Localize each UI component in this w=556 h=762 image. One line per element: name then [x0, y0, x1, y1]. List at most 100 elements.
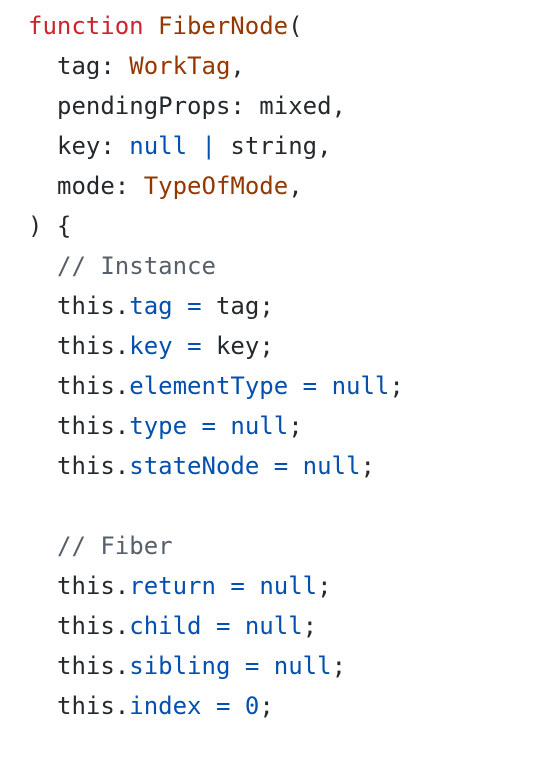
code-token-prop: index	[129, 692, 202, 720]
code-token-op: =	[187, 332, 202, 360]
code-line: this.index = 0;	[28, 686, 556, 726]
code-token-builtin: null	[273, 652, 332, 680]
code-token-prop: sibling	[129, 652, 231, 680]
code-token-type: WorkTag	[129, 52, 231, 80]
code-token-op: =	[302, 372, 318, 400]
code-token-op: =	[201, 412, 216, 440]
code-token-builtin: null	[244, 612, 303, 640]
code-line: this.type = null;	[28, 406, 556, 446]
code-token-plain: mixed	[259, 92, 332, 120]
code-token-builtin: null	[259, 572, 318, 600]
code-line: this.sibling = null;	[28, 646, 556, 686]
code-token-comment: // Fiber	[57, 532, 173, 560]
code-token-plain: :	[100, 52, 130, 80]
code-token-plain: ,	[230, 52, 245, 80]
code-token-op: =	[215, 612, 231, 640]
code-token-plain: key;	[201, 332, 274, 360]
code-token-plain: this	[57, 652, 115, 680]
code-token-prop: return	[129, 572, 216, 600]
code-token-param: tag	[57, 52, 101, 80]
code-token-plain: :	[100, 132, 130, 160]
code-token-plain: this	[57, 372, 115, 400]
code-token-plain: .	[114, 652, 130, 680]
code-token-prop: elementType	[129, 372, 289, 400]
code-token-plain: .	[114, 572, 130, 600]
code-token-plain: .	[114, 692, 130, 720]
code-token-prop: key	[129, 332, 173, 360]
code-token-plain: :	[114, 172, 144, 200]
code-line: // Fiber	[28, 526, 556, 566]
code-line: this.tag = tag;	[28, 286, 556, 326]
code-token-param: pendingProps	[57, 92, 231, 120]
code-token-plain: ;	[302, 612, 318, 640]
code-line: this.child = null;	[28, 606, 556, 646]
code-token-plain: this	[57, 332, 115, 360]
code-line: this.key = key;	[28, 326, 556, 366]
code-token-plain: ;	[259, 692, 274, 720]
code-token-plain: :	[230, 92, 260, 120]
code-token-builtin: null	[129, 132, 188, 160]
code-token-number: 0	[244, 692, 260, 720]
code-token-plain: tag;	[201, 292, 274, 320]
code-token-comment: // Instance	[57, 252, 216, 280]
code-block: function FiberNode( tag: WorkTag, pendingP…	[0, 0, 556, 762]
code-token-op: =	[244, 652, 260, 680]
code-token-plain: .	[114, 292, 130, 320]
code-token-plain: ,	[331, 92, 346, 120]
code-token-keyword: function	[28, 12, 144, 40]
code-line: this.return = null;	[28, 566, 556, 606]
code-line: tag: WorkTag,	[28, 46, 556, 86]
code-token-op: =	[273, 452, 289, 480]
code-token-plain: this	[57, 612, 115, 640]
code-token-op: =	[215, 692, 231, 720]
code-token-plain: .	[114, 332, 130, 360]
code-token-builtin: null	[331, 372, 390, 400]
code-token-op: =	[230, 572, 245, 600]
code-line: ) {	[28, 206, 556, 246]
code-token-plain: string,	[215, 132, 332, 160]
code-token-plain: this	[57, 292, 115, 320]
code-token-plain: ,	[288, 172, 303, 200]
code-token-plain: ;	[389, 372, 404, 400]
code-token-prop: stateNode	[129, 452, 260, 480]
code-token-plain: (	[288, 12, 303, 40]
code-token-prop: child	[129, 612, 202, 640]
code-token-plain: this	[57, 452, 115, 480]
code-token-plain: ;	[360, 452, 375, 480]
code-token-plain: this	[57, 692, 115, 720]
code-token-type: TypeOfMode	[143, 172, 289, 200]
code-token-plain: this	[57, 572, 115, 600]
code-token-op: |	[201, 132, 216, 160]
code-token-plain: ;	[331, 652, 347, 680]
code-token-builtin: null	[230, 412, 289, 440]
code-token-op: =	[187, 292, 202, 320]
code-token-plain: ;	[317, 572, 332, 600]
code-token-plain: ) {	[28, 212, 72, 240]
code-line: mode: TypeOfMode,	[28, 166, 556, 206]
code-token-plain: .	[114, 372, 130, 400]
code-token-prop: tag	[129, 292, 173, 320]
code-token-func: FiberNode	[158, 12, 289, 40]
code-token-plain: this	[57, 412, 115, 440]
code-token-prop: type	[129, 412, 188, 440]
code-line: key: null | string,	[28, 126, 556, 166]
code-token-param: key	[57, 132, 101, 160]
code-token-builtin: null	[302, 452, 361, 480]
